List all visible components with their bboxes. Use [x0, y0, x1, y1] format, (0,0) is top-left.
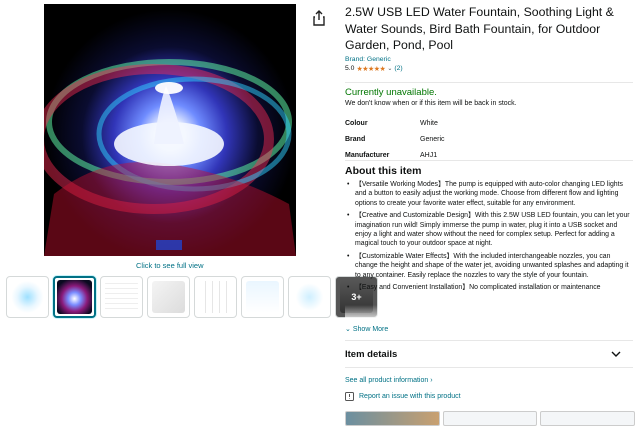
related-item-thumb[interactable] [540, 411, 636, 426]
thumbnail-7[interactable] [288, 276, 331, 318]
all-product-info-label: See all product information [345, 377, 429, 384]
divider [345, 82, 633, 83]
thumbnail-strip: 3+ [6, 276, 378, 318]
spec-row: Brand Generic [345, 131, 545, 147]
thumbnail-6[interactable] [241, 276, 284, 318]
list-item: 【Creative and Customizable Design】With t… [345, 211, 631, 249]
chevron-down-icon: ⌄ [345, 326, 351, 333]
rating-count[interactable]: (2) [394, 65, 402, 72]
see-full-view-link[interactable]: Click to see full view [136, 261, 204, 270]
divider [345, 367, 633, 368]
report-issue-link[interactable]: Report an issue with this product [345, 392, 461, 401]
product-title: 2.5W USB LED Water Fountain, Soothing Li… [345, 5, 614, 52]
show-more-label: Show More [352, 325, 389, 333]
product-info: 2.5W USB LED Water Fountain, Soothing Li… [345, 4, 635, 73]
list-item: 【Versatile Working Modes】The pump is equ… [345, 180, 631, 208]
rating-value: 5.0 [345, 65, 355, 72]
availability-status: Currently unavailable. [345, 87, 437, 98]
item-details-expander[interactable]: Item details [345, 349, 621, 360]
divider [345, 340, 633, 341]
brand-link[interactable]: Brand: Generic [345, 56, 635, 63]
spec-value: White [420, 119, 438, 127]
thumbnail-3[interactable] [100, 276, 143, 318]
rating-row[interactable]: 5.0 ★★★★★ ⌄ (2) [345, 65, 635, 73]
thumbnail-5[interactable] [194, 276, 237, 318]
spec-key: Colour [345, 119, 368, 127]
spec-key: Brand [345, 135, 366, 143]
about-bullets: 【Versatile Working Modes】The pump is equ… [345, 180, 631, 321]
item-details-title: Item details [345, 349, 398, 360]
thumbnail-2[interactable] [53, 276, 96, 318]
related-item-thumb[interactable] [345, 411, 440, 426]
thumbnail-1[interactable] [6, 276, 49, 318]
show-more-button[interactable]: ⌄ Show More [345, 325, 389, 334]
spec-value: Generic [420, 135, 445, 143]
list-item: 【Easy and Convenient Installation】No com… [345, 283, 631, 293]
list-item: 【Customizable Water Effects】With the inc… [345, 252, 631, 280]
availability-note: We don't know when or if this item will … [345, 100, 517, 107]
fade-overlay [345, 305, 631, 323]
report-issue-label: Report an issue with this product [359, 393, 461, 400]
chevron-right-icon: › [430, 377, 433, 384]
thumbnail-4[interactable] [147, 276, 190, 318]
report-icon [345, 392, 354, 401]
related-item-thumb[interactable] [442, 411, 538, 426]
main-product-image[interactable] [44, 4, 296, 256]
product-specs-table: Colour White Brand Generic Manufacturer … [345, 115, 545, 163]
chevron-down-icon[interactable]: ⌄ [387, 65, 392, 72]
chevron-down-icon [611, 351, 621, 357]
rating-stars-icon: ★★★★★ [356, 65, 386, 73]
about-heading: About this item [345, 165, 422, 177]
all-product-info-link[interactable]: See all product information › [345, 377, 433, 384]
divider [345, 160, 633, 161]
share-icon[interactable] [312, 10, 326, 26]
fountain-illustration [44, 4, 296, 256]
spec-row: Colour White [345, 115, 545, 131]
related-items-strip [345, 411, 636, 426]
